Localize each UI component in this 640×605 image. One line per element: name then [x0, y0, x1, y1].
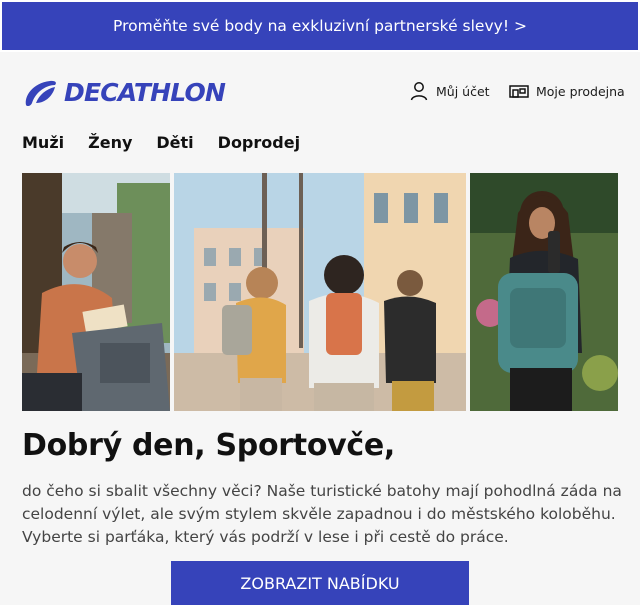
- decathlon-logo-icon: [25, 80, 56, 106]
- account-link[interactable]: Můj účet: [408, 80, 490, 102]
- store-label: Moje prodejna: [536, 83, 625, 99]
- nav-item-kids[interactable]: Děti: [156, 132, 193, 154]
- hero-photo-friends-street: [174, 173, 466, 411]
- promo-banner: Proměňte své body na exkluzivní partners…: [0, 0, 640, 52]
- hero-photo-woman-backpack: [470, 173, 618, 411]
- hero-photo-man-reading: [22, 173, 170, 411]
- hero-body-text: do čeho si sbalit všechny věci? Naše tur…: [22, 482, 622, 546]
- store-icon: [509, 85, 529, 98]
- hero-image-collage[interactable]: [22, 173, 618, 411]
- logo-text: DECATHLON: [64, 78, 226, 107]
- store-link[interactable]: Moje prodejna: [508, 80, 625, 102]
- nav-item-sale[interactable]: Doprodej: [218, 132, 300, 154]
- account-label: Můj účet: [436, 83, 490, 99]
- show-offer-button[interactable]: ZOBRAZIT NABÍDKU: [171, 561, 469, 605]
- promo-link[interactable]: Proměňte své body na exkluzivní partners…: [2, 2, 638, 50]
- user-icon: [410, 82, 428, 101]
- nav-item-men[interactable]: Muži: [22, 132, 64, 154]
- header: DECATHLON Můj účet Moje prodejna: [0, 52, 640, 132]
- decathlon-logo[interactable]: DECATHLON: [22, 78, 226, 107]
- hero-title: Dobrý den, Sportovče,: [22, 428, 396, 463]
- nav-item-women[interactable]: Ženy: [88, 132, 132, 154]
- main-nav: Muži Ženy Děti Doprodej: [22, 132, 324, 154]
